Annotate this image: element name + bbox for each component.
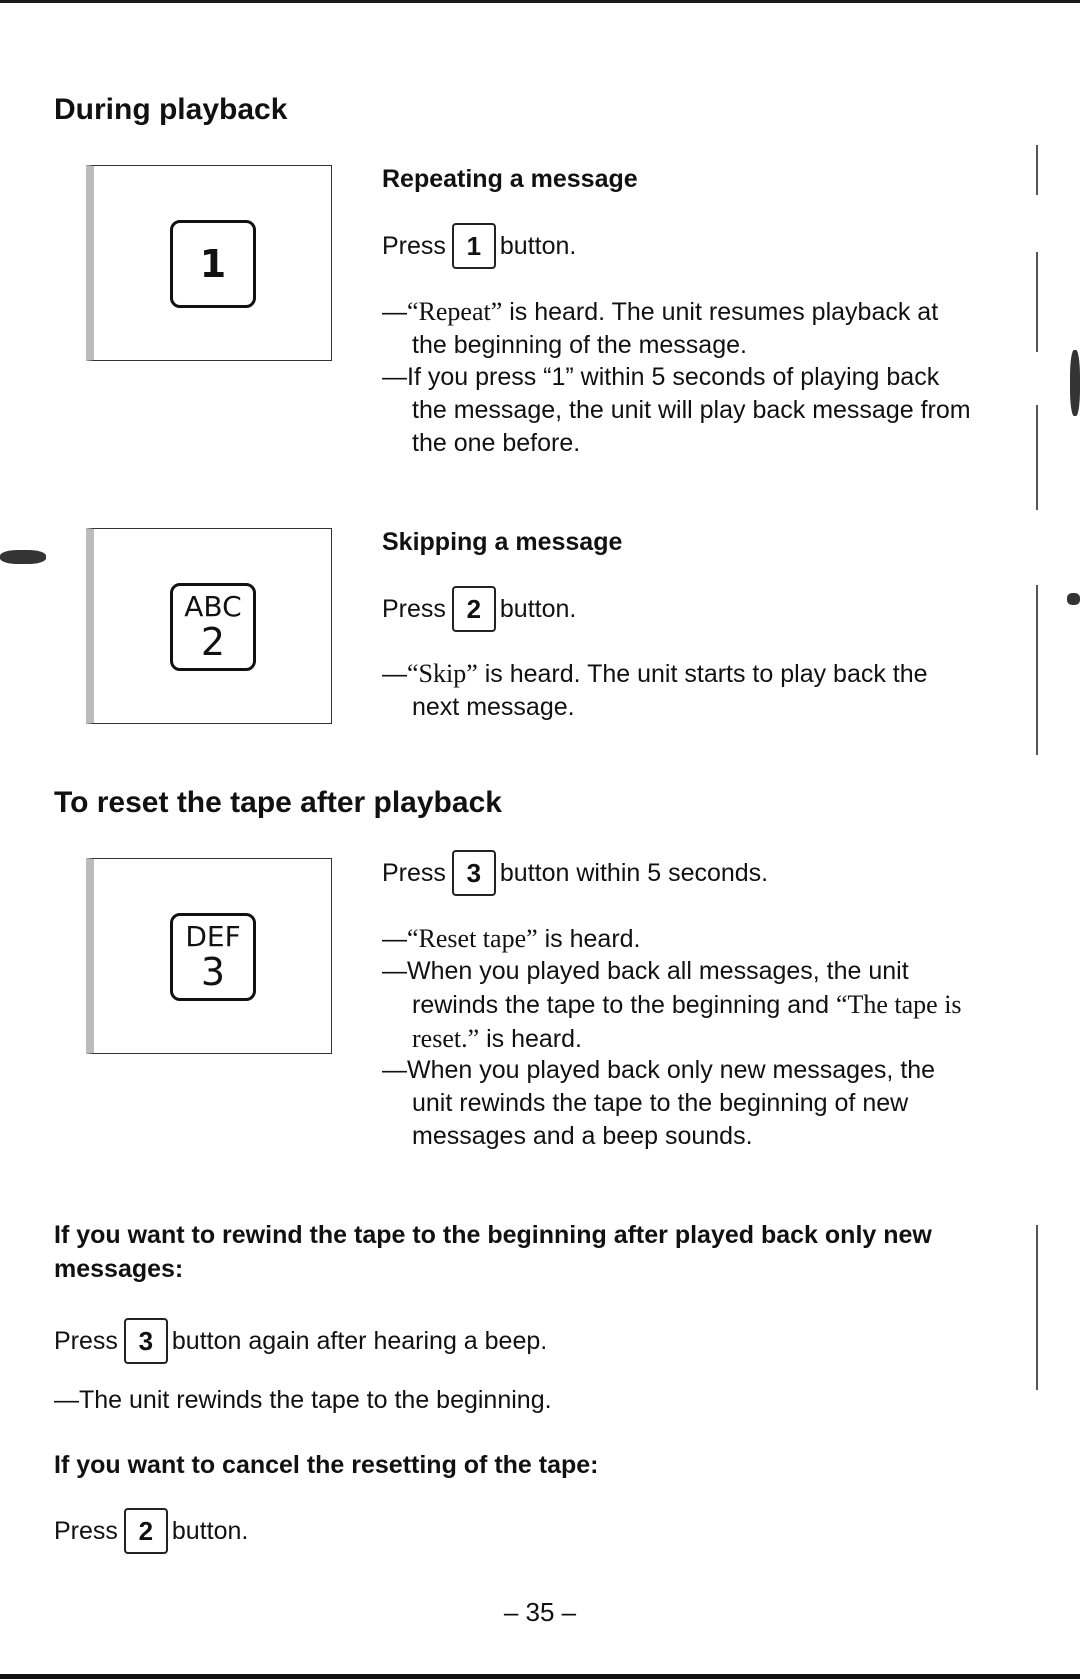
- rewind-result-text: —The unit rewinds the tape to the beginn…: [54, 1386, 552, 1414]
- press-instruction-rewind: Press 3 button again after hearing a bee…: [54, 1318, 547, 1364]
- press-suffix: button again after hearing a beep.: [171, 1326, 548, 1355]
- press-instruction-cancel: Press 2 button.: [54, 1508, 248, 1554]
- scan-margin-line: [1036, 405, 1038, 510]
- key-letters: ABC: [184, 590, 242, 623]
- press-instruction-skip: Press 2 button.: [382, 586, 576, 632]
- key-digit: 3: [200, 950, 226, 994]
- press-label: Press: [54, 1326, 118, 1355]
- bullet-reset-new-messages: —When you played back only new messages,…: [382, 1056, 936, 1150]
- press-label: Press: [382, 594, 446, 623]
- press-suffix: button.: [171, 1516, 249, 1545]
- scan-margin-line: [1036, 585, 1038, 755]
- bullet-repeat-previous: —If you press “1” within 5 seconds of pl…: [382, 363, 971, 457]
- subheading-cancel-reset: If you want to cancel the resetting of t…: [54, 1451, 599, 1479]
- subheading-skipping: Skipping a message: [382, 528, 623, 556]
- scan-artifact: [0, 550, 46, 564]
- key-2-icon: 2: [451, 586, 496, 632]
- press-instruction-repeat: Press 1 button.: [382, 223, 576, 269]
- scan-artifact: [1070, 350, 1080, 416]
- scan-artifact: [1067, 593, 1080, 605]
- key-3-icon: 3: [123, 1318, 168, 1364]
- page-number: – 35 –: [503, 1597, 577, 1627]
- press-suffix: button.: [499, 231, 577, 260]
- key-1-icon: 1: [451, 223, 496, 269]
- subheading-repeating: Repeating a message: [382, 165, 638, 193]
- section-title-during-playback: During playback: [54, 93, 288, 126]
- bullet-repeat-heard: —“Repeat” is heard. The unit resumes pla…: [382, 297, 939, 359]
- key-3-illustration: DEF 3: [86, 858, 332, 1054]
- keypad-key-3-icon: DEF 3: [170, 913, 256, 1001]
- press-label: Press: [382, 231, 446, 260]
- key-digit: 2: [200, 620, 226, 664]
- key-letters: DEF: [185, 920, 241, 953]
- press-suffix: button.: [499, 594, 577, 623]
- scan-bottom-border: [0, 1674, 1080, 1679]
- key-1-illustration: 1: [86, 165, 332, 361]
- scan-margin-line: [1036, 252, 1038, 352]
- scan-top-border: [0, 0, 1080, 3]
- key-3-icon: 3: [451, 850, 496, 896]
- bullet-reset-heard: —“Reset tape” is heard.: [382, 924, 641, 953]
- press-label: Press: [382, 858, 446, 887]
- press-label: Press: [54, 1516, 118, 1545]
- press-instruction-reset: Press 3 button within 5 seconds.: [382, 850, 768, 896]
- keypad-key-1-icon: 1: [170, 220, 256, 308]
- key-2-icon: 2: [123, 1508, 168, 1554]
- bullet-reset-all-messages: —When you played back all messages, the …: [382, 957, 962, 1053]
- section-title-reset-tape: To reset the tape after playback: [54, 786, 502, 819]
- key-digit: 1: [199, 242, 227, 286]
- keypad-key-2-icon: ABC 2: [170, 583, 256, 671]
- scan-margin-line: [1036, 1225, 1038, 1390]
- subheading-rewind-beginning: If you want to rewind the tape to the be…: [54, 1221, 932, 1283]
- scan-margin-line: [1036, 145, 1038, 195]
- press-suffix: button within 5 seconds.: [499, 858, 769, 887]
- key-2-illustration: ABC 2: [86, 528, 332, 724]
- bullet-skip-heard: —“Skip” is heard. The unit starts to pla…: [382, 659, 928, 721]
